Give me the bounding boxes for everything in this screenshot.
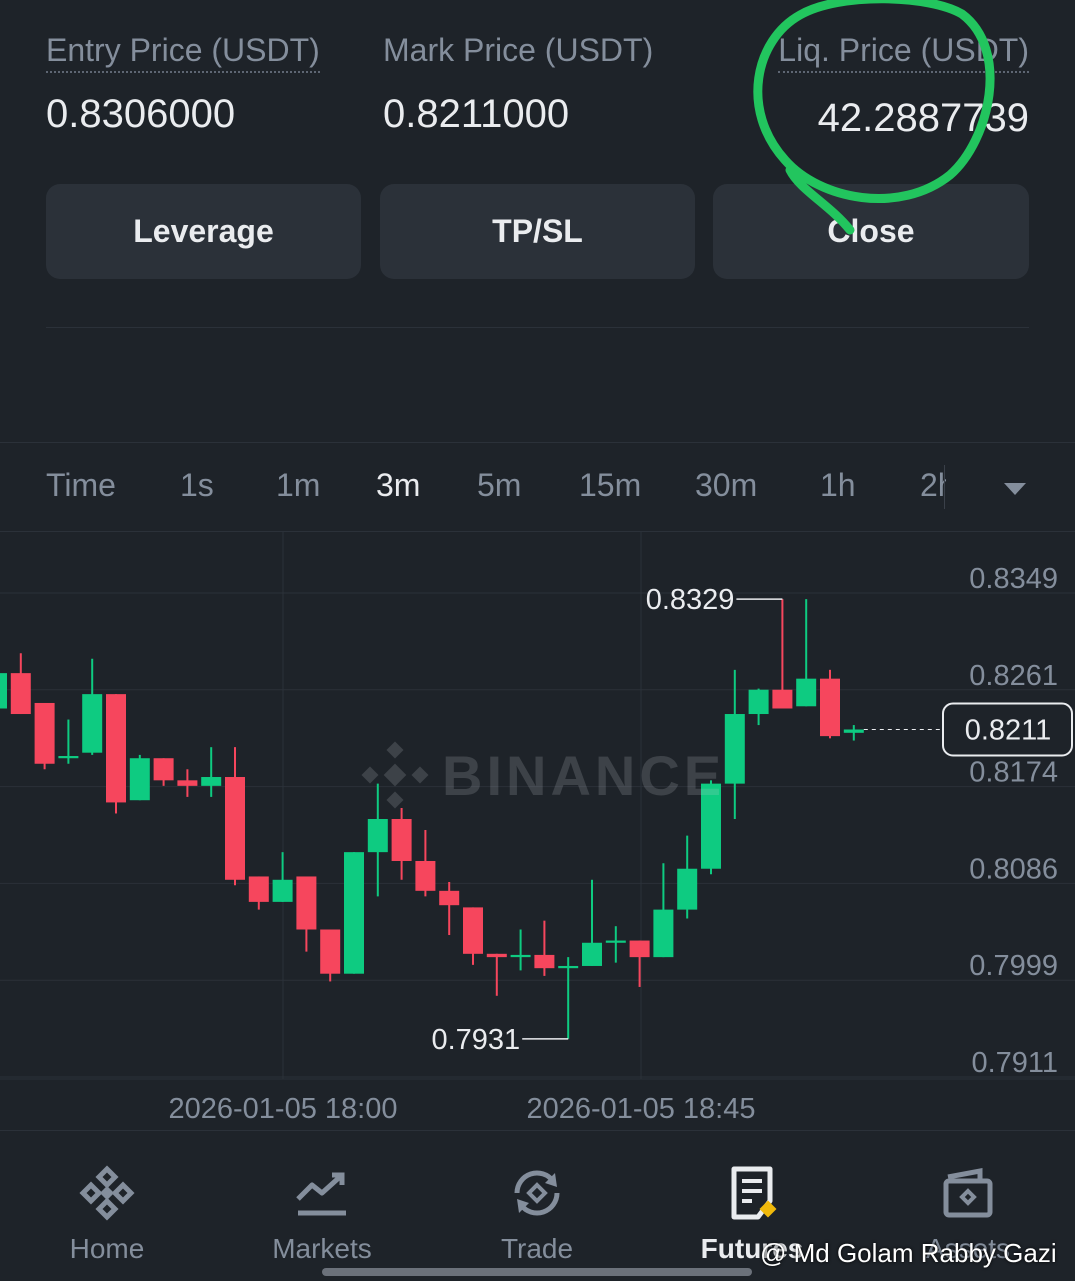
candle-down [534,954,555,969]
nav-markets[interactable]: Markets [242,1163,402,1265]
interval-tabs: Time 1s 1m 3m 5m 15m 30m 1h 2h [0,442,1075,532]
binance-logo-icon [361,741,429,809]
candle-up [558,965,579,969]
candle-down [486,953,507,958]
chevron-down-icon[interactable] [1004,483,1026,495]
tab-30m[interactable]: 30m [695,467,757,504]
candle-up [129,758,150,801]
tab-15m[interactable]: 15m [579,467,641,504]
candle-down [463,907,483,954]
candle-down [629,940,650,958]
low-price-label: 0.7931 [431,1024,520,1056]
tab-3m[interactable]: 3m [376,467,420,504]
candlestick-chart[interactable]: 0.8349 0.8261 0.8174 0.8086 0.7999 0.7911 2026… [0,531,1075,1129]
annotation-circle [753,0,995,235]
candle-up [367,819,388,853]
tab-1h[interactable]: 1h [820,467,856,504]
candle-up [653,909,674,958]
candle-down [820,678,840,737]
nav-home-label: Home [69,1233,145,1264]
candle-up [344,852,364,974]
tab-5m[interactable]: 5m [477,467,521,504]
y-tick-label: 0.8086 [969,853,1058,885]
candle-down [10,673,31,715]
candle-up [510,954,531,958]
candle-down [153,758,174,781]
candle-up [272,879,293,902]
candle-down [320,929,341,974]
nav-markets-label: Markets [272,1233,372,1264]
candle-up [724,714,745,784]
candle-up [748,689,769,715]
section-divider [46,327,1029,328]
x-tick-label: 2026-01-05 18:00 [169,1093,398,1125]
candle-up [677,868,698,910]
binance-logo-icon [79,1165,135,1221]
markets-chart-icon [296,1172,346,1216]
nav-trade-label: Trade [500,1233,574,1264]
candle-down [225,777,245,880]
binance-watermark: BINANCE [360,740,725,810]
candle-up [796,678,817,707]
candle-down [439,890,460,906]
watermark-text: BINANCE [442,743,726,807]
y-tick-label: 0.8174 [969,757,1058,789]
candle-down [177,780,198,786]
assets-wallet-icon [943,1167,993,1218]
y-tick-label: 0.8349 [969,563,1058,595]
candle-down [248,876,269,902]
tab-1s[interactable]: 1s [180,467,214,504]
current-price-label: 0.8211 [965,714,1052,746]
x-tick-label: 2026-01-05 18:45 [527,1093,756,1125]
trade-icon [514,1170,560,1216]
candle-up [58,756,79,759]
credit-text: @ Md Golam Rabby Gazi [760,1238,1057,1268]
candle-down [34,702,55,764]
tab-2h[interactable]: 2h [920,467,946,504]
high-price-label: 0.8329 [646,584,735,616]
home-indicator[interactable] [322,1268,752,1276]
candle-up [82,694,103,753]
candle-up [201,777,222,786]
candle-up [0,673,7,709]
tab-time[interactable]: Time [46,467,116,504]
y-tick-label: 0.8261 [969,660,1058,692]
candle-down [415,860,436,891]
tab-separator [944,465,945,509]
nav-trade[interactable]: Trade [457,1163,617,1265]
candle-up [843,729,864,733]
candle-up [605,940,626,943]
nav-home[interactable]: Home [27,1163,187,1265]
candle-down [106,694,126,803]
candle-down [772,689,793,709]
y-tick-label: 0.7911 [971,1047,1058,1079]
candle-up [582,942,602,966]
candle-down [391,819,412,861]
candle-down [296,876,317,930]
tab-1m[interactable]: 1m [276,467,320,504]
futures-icon [731,1166,777,1220]
y-tick-label: 0.7999 [969,950,1058,982]
